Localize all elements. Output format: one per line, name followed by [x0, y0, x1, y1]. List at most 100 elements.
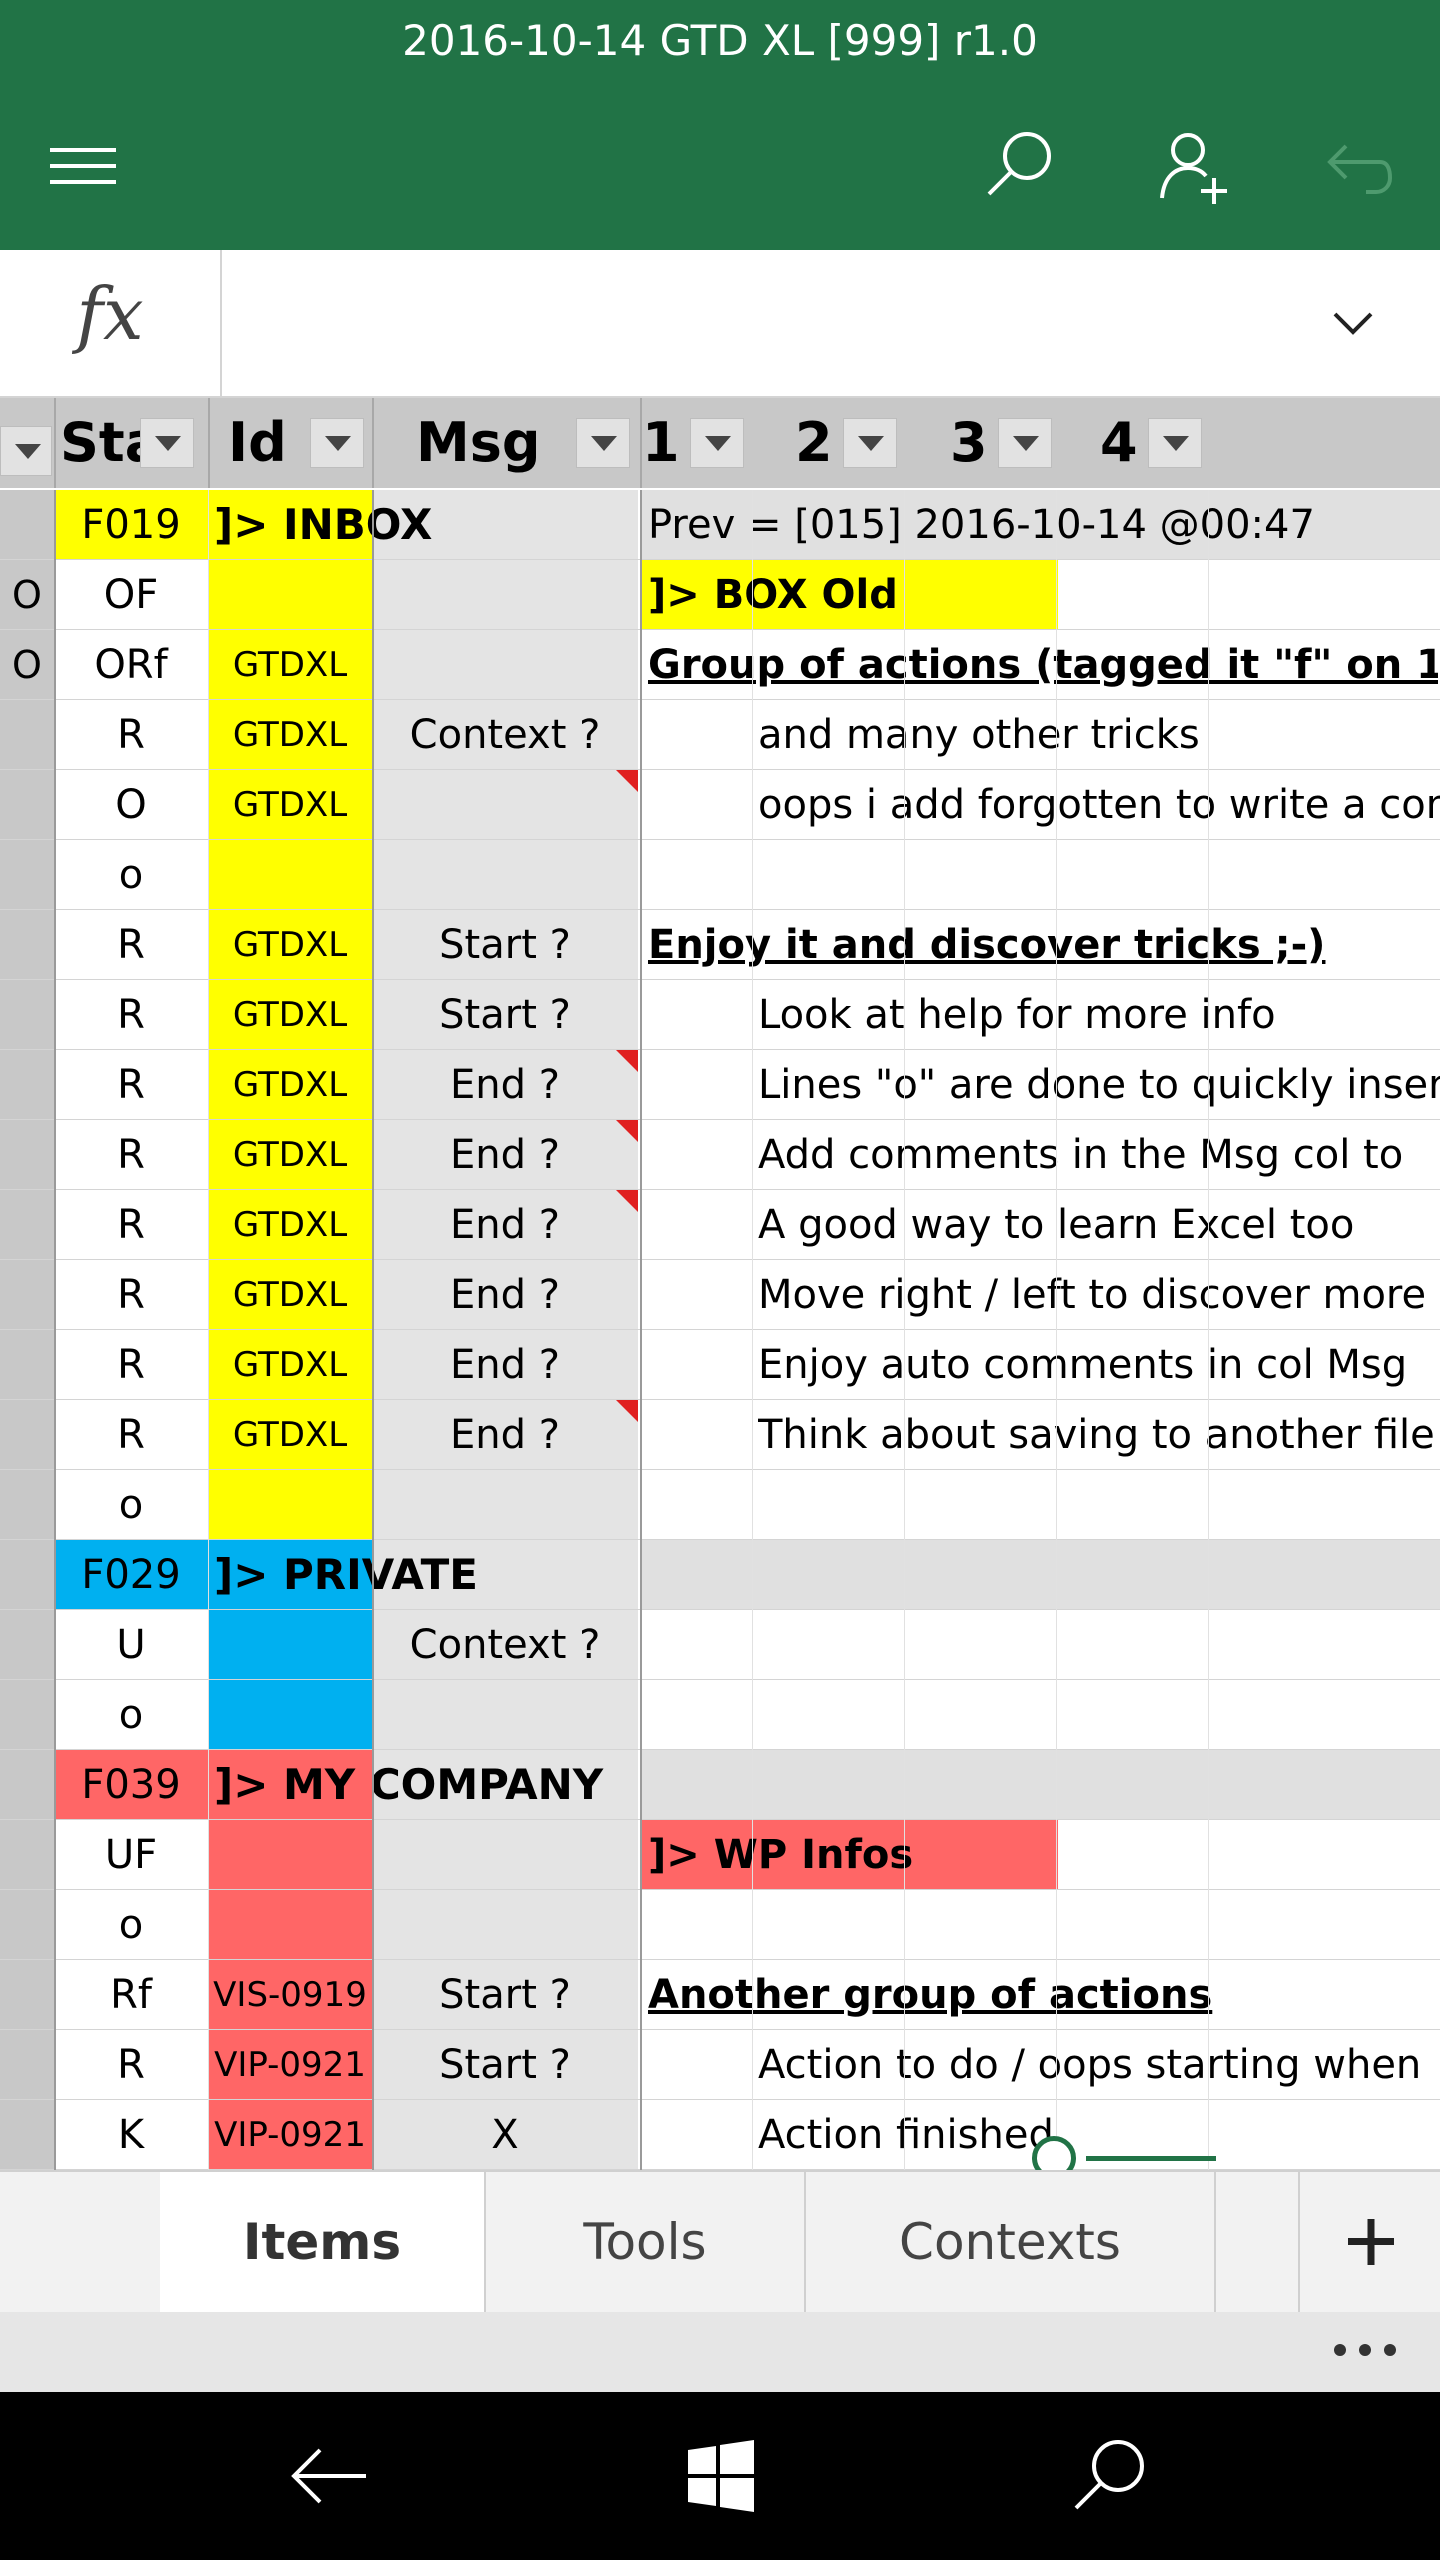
status-cell[interactable]: O — [54, 770, 208, 840]
action-text-cell[interactable]: oops i add forgotten to write a comment — [758, 770, 1440, 840]
table-row[interactable]: R GTDXL End ? A good way to learn Excel too — [0, 1190, 1440, 1260]
msg-cell[interactable]: Start ? — [372, 910, 638, 980]
status-cell[interactable]: o — [54, 840, 208, 910]
select-all-filter-button[interactable] — [0, 426, 52, 476]
box-label-cell[interactable]: ]> WP Infos — [648, 1820, 1438, 1890]
filter-dropdown-button[interactable] — [140, 418, 194, 468]
filter-dropdown-button[interactable] — [998, 418, 1052, 468]
table-row[interactable]: R GTDXL End ? Add comments in the Msg col t… — [0, 1120, 1440, 1190]
sheet-tab-contexts[interactable]: Contexts — [806, 2172, 1216, 2312]
id-cell[interactable]: GTDXL — [208, 700, 372, 770]
status-cell[interactable]: o — [54, 1680, 208, 1750]
table-row[interactable]: o — [0, 1470, 1440, 1540]
table-row[interactable]: R GTDXL Start ? Look at help for more info — [0, 980, 1440, 1050]
system-back-button[interactable] — [280, 2426, 380, 2526]
status-cell[interactable]: R — [54, 700, 208, 770]
filter-dropdown-button[interactable] — [310, 418, 364, 468]
status-cell[interactable]: Rf — [54, 1960, 208, 2030]
table-row[interactable]: UF ]> WP Infos — [0, 1820, 1440, 1890]
status-cell[interactable]: U — [54, 1610, 208, 1680]
status-cell[interactable]: o — [54, 1470, 208, 1540]
id-cell[interactable]: GTDXL — [208, 1120, 372, 1190]
table-row[interactable]: F029]> PRIVATE — [0, 1540, 1440, 1610]
table-row[interactable]: O ORf GTDXL Group of actions (tagged it "f"… — [0, 630, 1440, 700]
table-row[interactable]: O GTDXL oops i add forgotten to write a co… — [0, 770, 1440, 840]
msg-cell[interactable]: End ? — [372, 1260, 638, 1330]
prev-info-cell[interactable]: Prev = [015] 2016-10-14 @00:47 — [648, 490, 1438, 560]
action-text-cell[interactable]: Look at help for more info — [758, 980, 1440, 1050]
table-row[interactable]: R GTDXL Context ? and many other tricks — [0, 700, 1440, 770]
filter-dropdown-button[interactable] — [843, 418, 897, 468]
status-cell[interactable]: UF — [54, 1820, 208, 1890]
action-text-cell[interactable]: Move right / left to discover more — [758, 1260, 1440, 1330]
status-cell[interactable]: R — [54, 1330, 208, 1400]
action-text-cell[interactable]: Add comments in the Msg col to — [758, 1120, 1440, 1190]
section-title-cell[interactable]: ]> PRIVATE — [214, 1540, 478, 1610]
msg-cell[interactable]: End ? — [372, 1330, 638, 1400]
msg-cell[interactable]: Context ? — [372, 700, 638, 770]
status-cell[interactable]: F019 — [54, 490, 208, 560]
marker-cell[interactable]: O — [0, 630, 54, 700]
status-cell[interactable]: F029 — [54, 1540, 208, 1610]
table-row[interactable]: K VIP-0921 X Action finished — [0, 2100, 1440, 2170]
sheet-tab-items[interactable]: Items — [160, 2172, 486, 2312]
status-cell[interactable]: K — [54, 2100, 208, 2170]
msg-cell[interactable]: End ? — [372, 1120, 638, 1190]
insert-function-button[interactable]: fx — [0, 250, 222, 396]
id-cell[interactable]: GTDXL — [208, 1190, 372, 1260]
msg-cell[interactable]: Start ? — [372, 2030, 638, 2100]
expand-formula-chevron-icon[interactable] — [1318, 288, 1388, 358]
action-text-cell[interactable]: and many other tricks — [758, 700, 1440, 770]
id-cell[interactable]: VIP-0921 — [208, 2030, 372, 2100]
table-row[interactable]: F019]> INBOX Prev = [015] 2016-10-14 @00:… — [0, 490, 1440, 560]
formula-input[interactable] — [222, 250, 1302, 396]
system-search-button[interactable] — [1060, 2426, 1160, 2526]
action-text-cell[interactable]: Action to do / oops starting when — [758, 2030, 1440, 2100]
group-title-cell[interactable]: Another group of actions — [648, 1960, 1438, 2030]
table-row[interactable]: F039]> MY COMPANY — [0, 1750, 1440, 1820]
group-title-cell[interactable]: Group of actions (tagged it "f" on 1st c… — [648, 630, 1438, 700]
comment-indicator-icon[interactable] — [616, 1120, 638, 1142]
msg-cell[interactable]: X — [372, 2100, 638, 2170]
filter-dropdown-button[interactable] — [690, 418, 744, 468]
msg-cell[interactable]: End ? — [372, 1190, 638, 1260]
msg-cell[interactable]: Context ? — [372, 1610, 638, 1680]
comment-indicator-icon[interactable] — [616, 1190, 638, 1212]
status-cell[interactable]: R — [54, 2030, 208, 2100]
comment-indicator-icon[interactable] — [616, 1050, 638, 1072]
more-options-icon[interactable] — [1330, 2340, 1400, 2360]
status-cell[interactable]: R — [54, 1190, 208, 1260]
system-home-button[interactable] — [670, 2426, 770, 2526]
id-cell[interactable]: GTDXL — [208, 1260, 372, 1330]
filter-dropdown-button[interactable] — [1148, 418, 1202, 468]
status-cell[interactable]: R — [54, 1120, 208, 1190]
section-title-cell[interactable]: ]> INBOX — [214, 490, 432, 560]
id-cell[interactable]: VIS-0919 — [208, 1960, 372, 2030]
table-row[interactable]: R GTDXL Start ? Enjoy it and discover trick… — [0, 910, 1440, 980]
filter-dropdown-button[interactable] — [576, 418, 630, 468]
section-title-cell[interactable]: ]> MY COMPANY — [214, 1750, 603, 1820]
share-button[interactable] — [1148, 120, 1238, 210]
msg-cell[interactable]: End ? — [372, 1050, 638, 1120]
box-label-cell[interactable]: ]> BOX Old — [648, 560, 1438, 630]
msg-cell[interactable]: End ? — [372, 1400, 638, 1470]
status-cell[interactable]: R — [54, 1050, 208, 1120]
table-row[interactable]: U Context ? — [0, 1610, 1440, 1680]
id-cell[interactable]: GTDXL — [208, 1400, 372, 1470]
id-cell[interactable]: GTDXL — [208, 630, 372, 700]
add-sheet-button[interactable] — [1298, 2172, 1440, 2312]
status-cell[interactable]: R — [54, 910, 208, 980]
status-cell[interactable]: ORf — [54, 630, 208, 700]
id-cell[interactable]: GTDXL — [208, 1050, 372, 1120]
action-text-cell[interactable]: Think about saving to another file — [758, 1400, 1440, 1470]
id-cell[interactable]: GTDXL — [208, 980, 372, 1050]
table-row[interactable]: R GTDXL End ? Enjoy auto comments in col Ms… — [0, 1330, 1440, 1400]
status-cell[interactable]: OF — [54, 560, 208, 630]
search-button[interactable] — [975, 120, 1065, 210]
table-row[interactable]: O OF]> BOX Old — [0, 560, 1440, 630]
action-text-cell[interactable]: Lines "o" are done to quickly insert — [758, 1050, 1440, 1120]
id-cell[interactable]: GTDXL — [208, 770, 372, 840]
id-cell[interactable]: VIP-0921 — [208, 2100, 372, 2170]
table-row[interactable]: o — [0, 840, 1440, 910]
msg-cell[interactable]: Start ? — [372, 980, 638, 1050]
